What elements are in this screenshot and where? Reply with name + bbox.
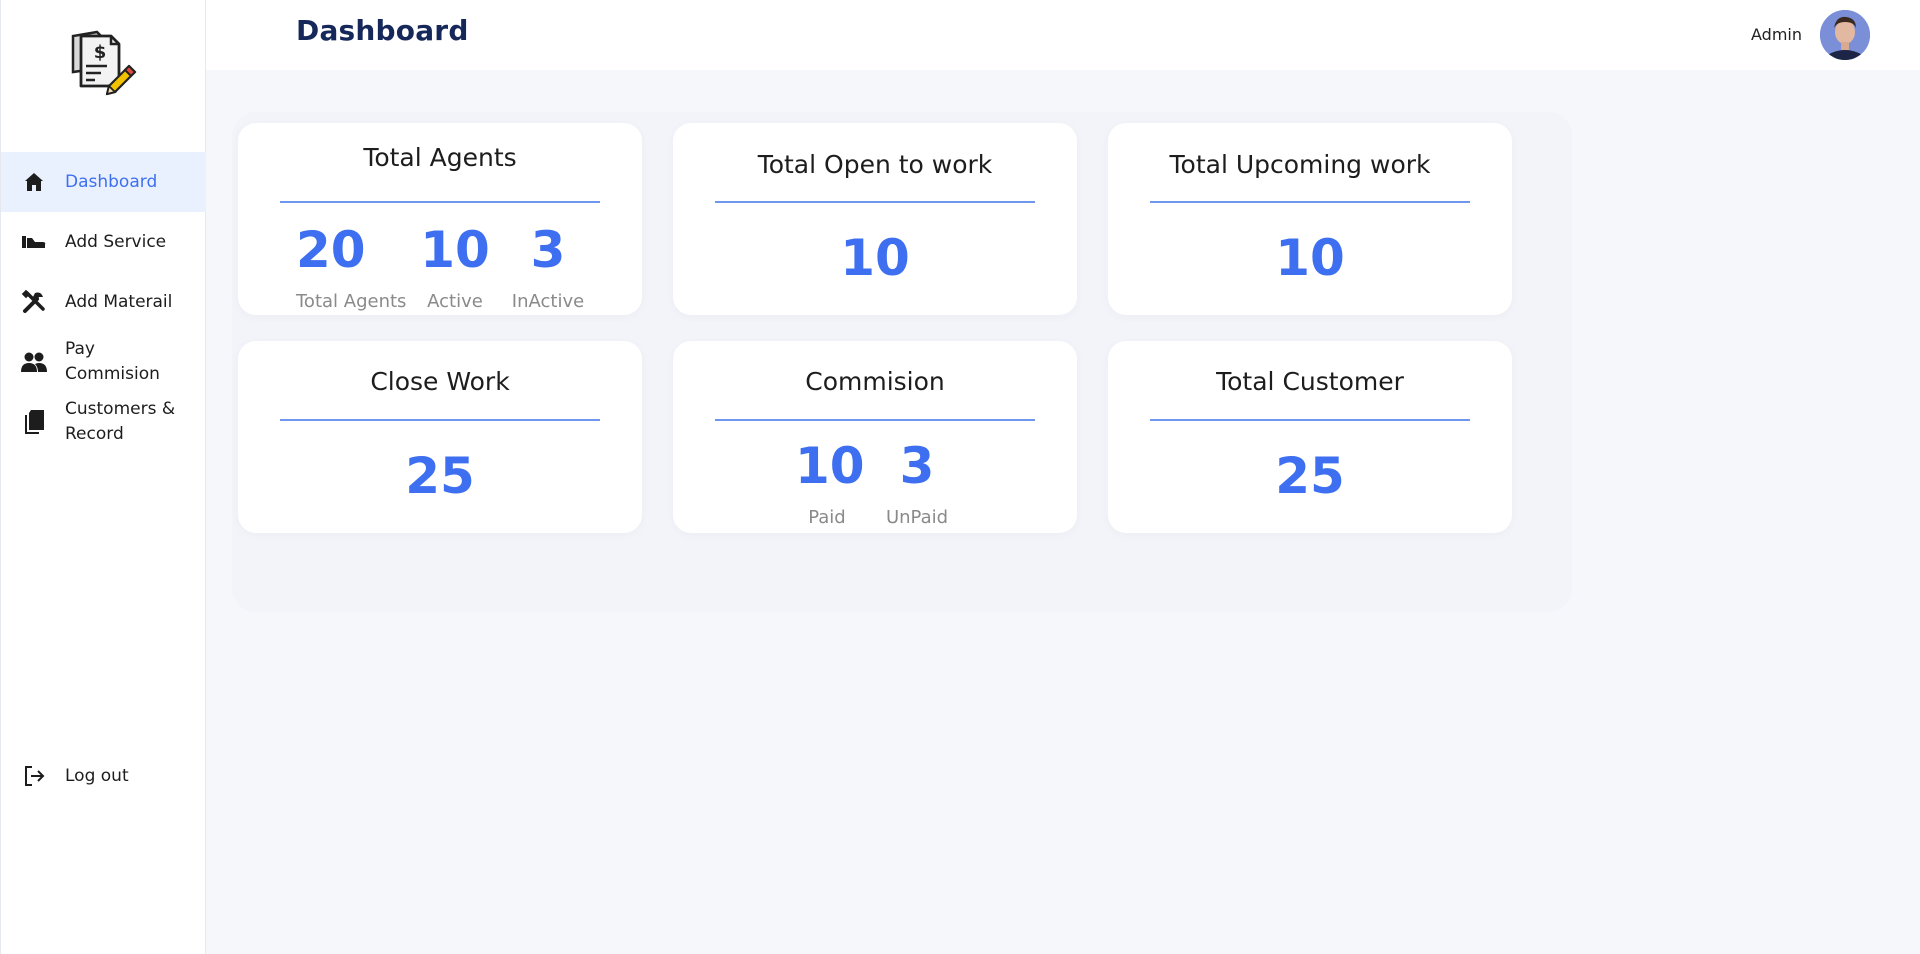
card-close-work: Close Work 25 — [238, 341, 642, 533]
sidebar-item-pay-commision[interactable]: Pay Commision — [1, 332, 206, 392]
sidebar-item-label: Customers & Record — [65, 397, 175, 447]
tools-icon — [21, 289, 47, 315]
stat-unpaid: 3 UnPaid — [879, 437, 955, 528]
home-icon — [21, 169, 47, 195]
sidebar-item-label: Pay Commision — [65, 337, 160, 387]
stat-inactive: 3 InActive — [510, 221, 586, 312]
sidebar-item-add-materail[interactable]: Add Materail — [1, 272, 206, 332]
sidebar-item-label-line: Commision — [65, 364, 160, 384]
logout-icon — [21, 763, 47, 789]
card-total-customer: Total Customer 25 — [1108, 341, 1512, 533]
card-value: 25 — [405, 447, 475, 505]
card-total-open-to-work: Total Open to work 10 — [673, 123, 1077, 315]
card-value: 25 — [1275, 447, 1345, 505]
stat-paid: 10 Paid — [795, 437, 865, 528]
card-title: Total Customer — [1216, 367, 1404, 396]
stat-value: 10 — [795, 437, 865, 495]
card-title: Total Open to work — [757, 150, 993, 179]
stat-label: Active — [427, 291, 483, 312]
stat-label: Paid — [808, 507, 846, 528]
stat-label: Total Agents — [296, 291, 407, 312]
stat-active: 10 Active — [420, 221, 490, 312]
card-total-agents: Total Agents 20 Total Agents 10 Active 3… — [238, 123, 642, 315]
card-value: 10 — [840, 229, 910, 287]
stat-label: UnPaid — [885, 507, 949, 528]
card-title: Commision — [805, 367, 945, 396]
user-name[interactable]: Admin — [1751, 25, 1802, 44]
top-bar: Dashboard Admin — [206, 0, 1920, 70]
card-divider — [280, 419, 600, 421]
card-divider — [1150, 201, 1470, 203]
card-commision: Commision 10 Paid 3 UnPaid — [673, 341, 1077, 533]
stat-total-agents: 20 Total Agents — [296, 221, 407, 312]
card-value: 10 — [1275, 229, 1345, 287]
stat-value: 10 — [420, 221, 490, 279]
card-divider — [280, 201, 600, 203]
sidebar-item-dashboard[interactable]: Dashboard — [1, 152, 206, 212]
sidebar-nav: Dashboard Add Service Add Materail Pay Co… — [1, 152, 206, 452]
card-total-upcoming-work: Total Upcoming work 10 — [1108, 123, 1512, 315]
stat-value: 3 — [530, 221, 566, 279]
card-title: Close Work — [370, 367, 510, 396]
card-title: Total Upcoming work — [1169, 150, 1431, 179]
logout-button[interactable]: Log out — [1, 746, 206, 806]
stat-label: InActive — [511, 291, 585, 312]
sidebar-item-add-service[interactable]: Add Service — [1, 212, 206, 272]
sidebar: $ Dashboard Add Service Add Materail Pay… — [0, 0, 206, 954]
stat-value: 3 — [899, 437, 935, 495]
card-divider — [715, 201, 1035, 203]
sidebar-item-label-line: Pay — [65, 339, 95, 359]
card-title: Total Agents — [363, 143, 517, 172]
service-hand-icon — [21, 229, 47, 255]
svg-text:$: $ — [94, 42, 107, 63]
people-icon — [21, 349, 47, 375]
avatar[interactable] — [1820, 10, 1870, 60]
page-title: Dashboard — [296, 14, 469, 47]
sidebar-item-label-line: Record — [65, 424, 124, 444]
sidebar-item-label: Add Materail — [65, 291, 173, 312]
sidebar-item-label-line: Customers & — [65, 399, 176, 419]
sidebar-item-label: Dashboard — [65, 171, 158, 192]
card-divider — [715, 419, 1035, 421]
documents-icon — [21, 409, 47, 435]
stat-value: 20 — [296, 221, 366, 279]
sidebar-item-label: Add Service — [65, 231, 167, 252]
card-divider — [1150, 419, 1470, 421]
invoice-logo-icon: $ — [67, 28, 141, 102]
sidebar-item-customers-record[interactable]: Customers & Record — [1, 392, 206, 452]
logout-label: Log out — [65, 765, 129, 786]
